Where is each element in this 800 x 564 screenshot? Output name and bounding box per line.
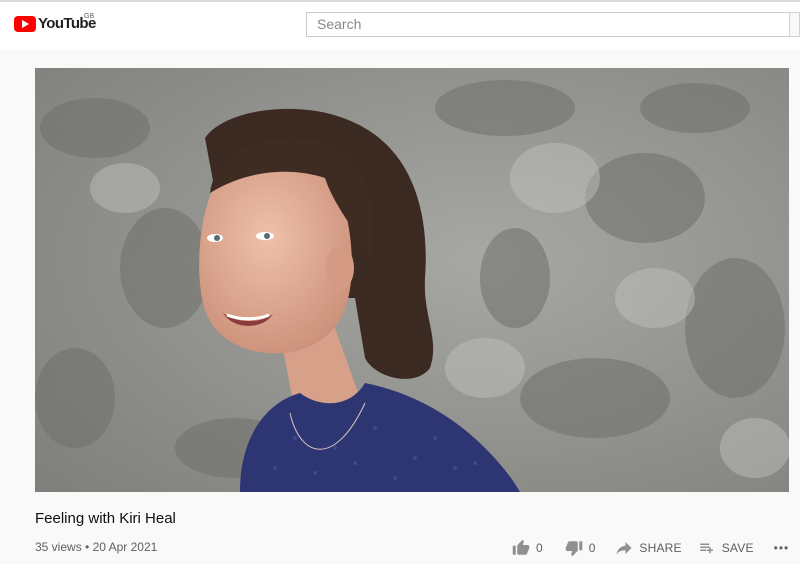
more-icon: ••• (773, 541, 790, 555)
masthead: YouTube GB Search (0, 0, 800, 50)
video-actions: 0 0 SHARE SAVE ••• (512, 537, 789, 559)
video-frame (35, 68, 789, 492)
video-meta: 35 views • 20 Apr 2021 (35, 540, 157, 554)
top-divider (0, 0, 800, 2)
share-label: SHARE (639, 541, 682, 555)
like-button[interactable]: 0 (512, 539, 543, 557)
dislike-count: 0 (588, 541, 596, 555)
meta-separator: • (85, 540, 93, 554)
video-title: Feeling with Kiri Heal (35, 510, 176, 527)
thumbs-down-icon (565, 541, 582, 557)
search-button[interactable] (789, 12, 800, 37)
upload-date: 20 Apr 2021 (92, 540, 158, 554)
video-player[interactable] (35, 68, 789, 492)
save-button[interactable]: SAVE (698, 539, 754, 557)
save-label: SAVE (721, 541, 754, 555)
share-button[interactable]: SHARE (615, 539, 682, 557)
dislike-button[interactable]: 0 (565, 539, 596, 557)
like-count: 0 (536, 541, 543, 555)
more-button[interactable]: ••• (774, 541, 790, 555)
share-icon (616, 542, 632, 555)
save-playlist-icon (699, 543, 713, 554)
youtube-logo-icon (14, 15, 36, 32)
view-count: 35 views (35, 540, 82, 554)
thumbs-up-icon (512, 539, 530, 555)
country-code: GB (84, 13, 95, 20)
search-input[interactable]: Search (306, 12, 789, 37)
